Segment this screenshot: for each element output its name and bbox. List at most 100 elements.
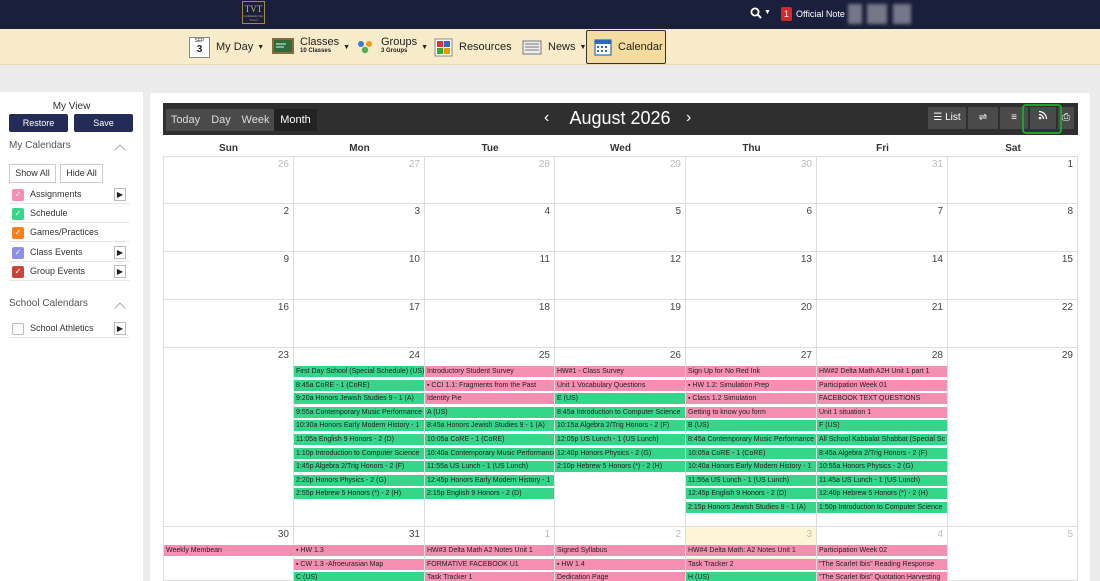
day-number[interactable]: 8	[1067, 206, 1073, 217]
calendar-event[interactable]: 2:15p Honors Jewish Studies 9 - 1 (A)	[686, 502, 816, 514]
calendar-event[interactable]: 10:40a Honors Early Modern History - 1	[686, 461, 816, 474]
school-calendar-item[interactable]: School Athletics ▶	[9, 320, 130, 338]
day-cell[interactable]: 18	[425, 300, 555, 348]
day-number[interactable]: 1	[1067, 159, 1073, 170]
calendar-event[interactable]: Task Tracker 1	[425, 572, 554, 581]
day-cell[interactable]: 11	[425, 252, 555, 300]
week-view-button[interactable]: Week	[237, 109, 274, 131]
calendar-event[interactable]: 10:15a Algebra 2/Trig Honors - 2 (F)	[555, 420, 685, 433]
calendar-event[interactable]: Unit 1 situation 1	[817, 406, 947, 419]
calendar-event[interactable]: ▪ CW 1.3 -Afroeurasian Map	[294, 558, 424, 571]
prev-month-icon[interactable]: ‹	[544, 109, 549, 127]
calendar-event[interactable]: Introductory Student Survey	[425, 366, 554, 378]
day-number[interactable]: 27	[409, 159, 420, 170]
calendar-event[interactable]: A (US)	[425, 406, 554, 419]
calendar-event[interactable]: 8:45a Algebra 2/Trig Honors - 2 (F)	[817, 447, 947, 460]
hide-all-button[interactable]: Hide All	[60, 164, 103, 183]
day-cell[interactable]: 17	[294, 300, 425, 348]
day-cell[interactable]: 22	[948, 300, 1078, 348]
calendar-event[interactable]: 1:10p Introduction to Computer Science	[294, 447, 424, 460]
calendar-event[interactable]: HW#3 Delta Math A2 Notes Unit 1	[425, 545, 554, 557]
calendar-event[interactable]: HW#2 Delta Math A2H Unit 1 part 1	[817, 366, 947, 378]
calendar-event[interactable]: 8:45a Contemporary Music Performance	[686, 434, 816, 446]
calendar-event[interactable]: E (US)	[555, 393, 685, 406]
nav-news[interactable]: News ▼	[522, 29, 586, 65]
day-view-button[interactable]: Day	[205, 109, 237, 131]
calendar-event[interactable]: 2:20p Honors Physics - 2 (G)	[294, 474, 424, 487]
nav-calendar[interactable]: Calendar	[594, 29, 663, 65]
day-number[interactable]: 2	[283, 206, 289, 217]
search-icon[interactable]	[750, 7, 762, 22]
day-cell[interactable]: 30 Weekly Membean	[163, 527, 294, 581]
day-number[interactable]: 31	[932, 159, 943, 170]
day-cell[interactable]: 28 HW#2 Delta Math A2H Unit 1 part 1 Parti…	[817, 348, 948, 527]
calendar-event[interactable]: Participation Week 02	[817, 545, 947, 557]
calendar-event[interactable]: Sign Up for No Red Ink	[686, 366, 816, 378]
nav-classes[interactable]: Classes 10 Classes ▼	[272, 29, 350, 65]
restore-button[interactable]: Restore	[9, 114, 68, 132]
notification-badge[interactable]: 1	[781, 7, 792, 21]
avatar[interactable]	[848, 4, 862, 24]
calendar-event[interactable]: First Day School (Special Schedule) (US)	[294, 366, 424, 378]
calendar-event[interactable]: Signed Syllabus	[555, 545, 685, 557]
day-cell[interactable]: 28	[425, 156, 555, 204]
calendar-event[interactable]: 8:45a Introduction to Computer Science	[555, 406, 685, 419]
calendar-filter-item[interactable]: ✓ Group Events ▶	[9, 263, 130, 281]
calendar-event[interactable]: ▪ HW 1.2: Simulation Prep	[686, 379, 816, 392]
day-number[interactable]: 31	[409, 529, 420, 540]
day-number[interactable]: 5	[1067, 529, 1073, 540]
day-cell[interactable]: 19	[555, 300, 686, 348]
day-number[interactable]: 24	[409, 350, 420, 361]
chevron-right-icon[interactable]: ▶	[114, 322, 126, 335]
day-number[interactable]: 7	[937, 206, 943, 217]
calendar-event[interactable]: 10:40a Contemporary Music Performance	[425, 447, 554, 460]
calendar-event[interactable]: 1:50p Introduction to Computer Science	[817, 502, 947, 514]
calendar-event[interactable]: HW#1 - Class Survey	[555, 366, 685, 378]
day-cell[interactable]: 13	[686, 252, 817, 300]
month-view-button[interactable]: Month	[274, 109, 317, 131]
calendar-event[interactable]: 8:45a Honors Jewish Studies 9 - 1 (A)	[425, 420, 554, 433]
nav-groups[interactable]: Groups 3 Groups ▼	[355, 29, 428, 65]
official-note-link[interactable]: Official Note	[796, 9, 845, 19]
calendar-event[interactable]: Task Tracker 2	[686, 558, 816, 571]
day-cell[interactable]: 23	[163, 348, 294, 527]
day-number[interactable]: 4	[937, 529, 943, 540]
show-all-button[interactable]: Show All	[9, 164, 56, 183]
checkbox[interactable]: ✓	[12, 227, 24, 240]
day-number[interactable]: 28	[539, 159, 550, 170]
day-cell[interactable]: 21	[817, 300, 948, 348]
calendar-filter-item[interactable]: ✓ Assignments ▶	[9, 186, 130, 204]
chevron-up-icon[interactable]	[114, 144, 126, 156]
day-cell[interactable]: 14	[817, 252, 948, 300]
user-name-redacted[interactable]	[867, 4, 887, 24]
day-number[interactable]: 6	[806, 206, 812, 217]
day-cell[interactable]: 1 HW#3 Delta Math A2 Notes Unit 1 FORMATIV…	[425, 527, 555, 581]
day-number[interactable]: 14	[932, 254, 943, 265]
calendar-event[interactable]: 11:55a US Lunch - 1 (US Lunch)	[686, 474, 816, 487]
chevron-up-icon[interactable]	[114, 302, 126, 314]
calendar-event[interactable]: "The Scarlet Ibis" Quotation Harvesting	[817, 572, 947, 581]
day-cell[interactable]: 10	[294, 252, 425, 300]
next-month-icon[interactable]: ›	[686, 109, 691, 127]
day-cell[interactable]: 5	[948, 527, 1078, 581]
day-cell[interactable]: 26	[163, 156, 294, 204]
calendar-event[interactable]: 10:05a CoRE - 1 (CoRE)	[686, 447, 816, 460]
day-number[interactable]: 25	[539, 350, 550, 361]
calendar-event[interactable]: Identity Pie	[425, 393, 554, 406]
checkbox[interactable]: ✓	[12, 208, 24, 221]
day-number[interactable]: 18	[539, 302, 550, 313]
calendar-event[interactable]: HW#4 Delta Math: A2 Notes Unit 1	[686, 545, 816, 557]
calendar-filter-item[interactable]: ✓ Games/Practices	[9, 224, 130, 243]
day-cell[interactable]: 2	[163, 204, 294, 252]
day-cell[interactable]: 4 Participation Week 02 "The Scarlet Ibis"…	[817, 527, 948, 581]
calendar-event[interactable]: F (US)	[817, 420, 947, 433]
day-number[interactable]: 11	[540, 254, 550, 265]
day-number[interactable]: 9	[283, 254, 289, 265]
day-cell[interactable]: 5	[555, 204, 686, 252]
calendar-event[interactable]: 11:55a US Lunch - 1 (US Lunch)	[425, 461, 554, 474]
calendar-event[interactable]: All School Kabbalat Shabbat (Special Sc	[817, 434, 947, 446]
calendar-event[interactable]: 12:45p Honors Early Modern History - 1	[425, 474, 554, 487]
day-cell[interactable]: 24 First Day School (Special Schedule) (U…	[294, 348, 425, 527]
day-cell[interactable]: 7	[817, 204, 948, 252]
day-number[interactable]: 3	[414, 206, 420, 217]
